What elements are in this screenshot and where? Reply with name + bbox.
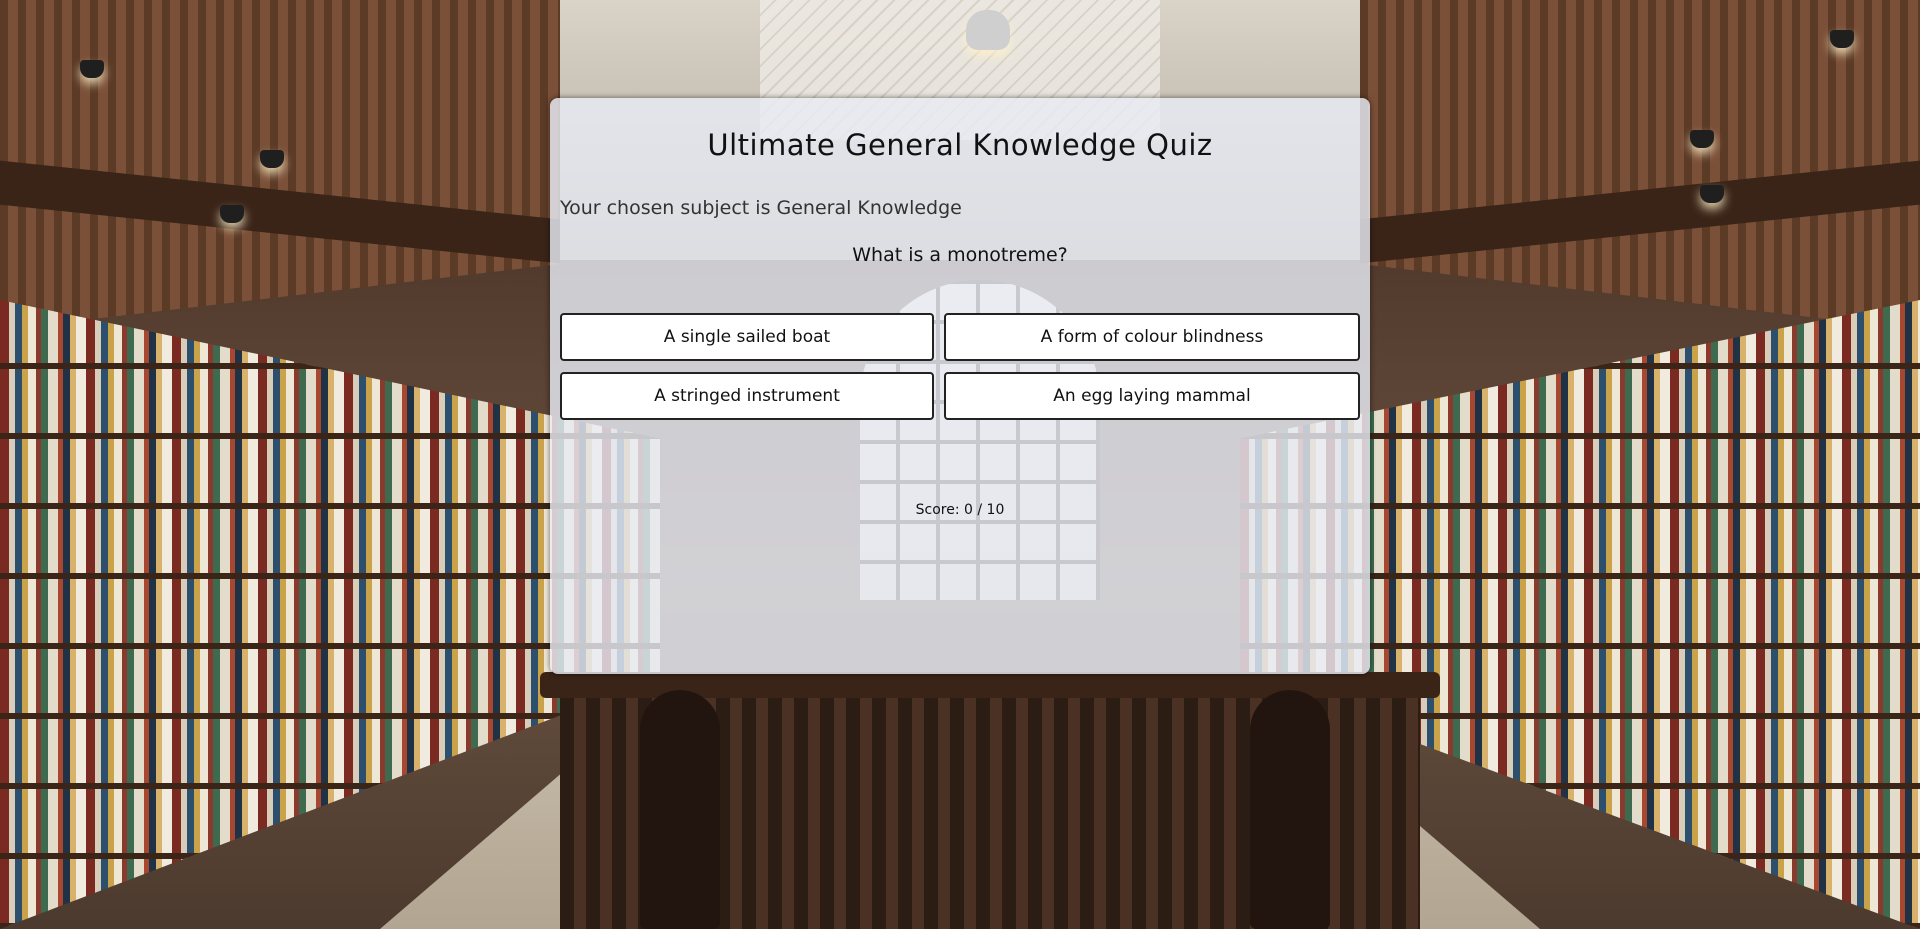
spotlight-icon xyxy=(220,205,244,223)
answer-button-2[interactable]: A form of colour blindness xyxy=(944,313,1360,361)
chosen-subject-text: Your chosen subject is General Knowledge xyxy=(560,197,962,219)
question-text: What is a monotreme? xyxy=(852,244,1068,266)
score-display: Score: 0 / 10 xyxy=(915,502,1005,518)
spotlight-icon xyxy=(1690,130,1714,148)
spotlight-icon xyxy=(1830,30,1854,48)
newel-post-right xyxy=(1250,690,1330,929)
spotlight-icon xyxy=(80,60,104,78)
answer-button-1[interactable]: A single sailed boat xyxy=(560,313,934,361)
answer-button-3[interactable]: A stringed instrument xyxy=(560,372,934,420)
answer-button-4[interactable]: An egg laying mammal xyxy=(944,372,1360,420)
quiz-title: Ultimate General Knowledge Quiz xyxy=(707,128,1213,162)
upper-gallery-right xyxy=(1360,0,1920,330)
ceiling-lamp-icon xyxy=(966,10,1010,50)
spotlight-icon xyxy=(1700,185,1724,203)
newel-post-left xyxy=(640,690,720,929)
quiz-card: Ultimate General Knowledge Quiz Your cho… xyxy=(550,98,1370,674)
spotlight-icon xyxy=(260,150,284,168)
